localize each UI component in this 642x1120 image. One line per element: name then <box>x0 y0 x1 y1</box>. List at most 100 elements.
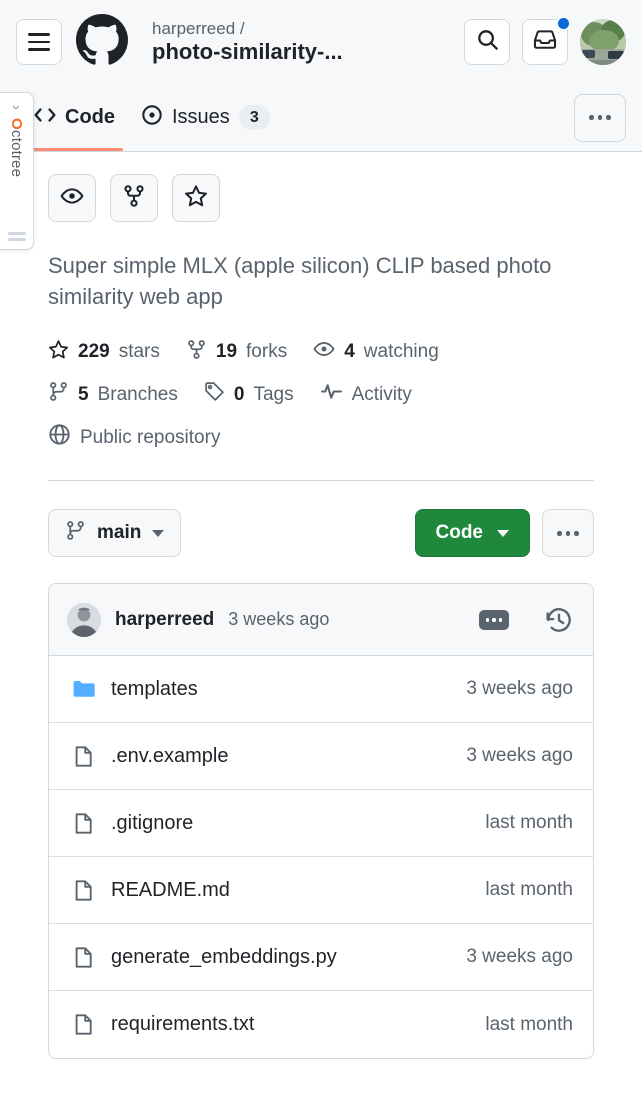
file-commit-time: last month <box>485 812 573 834</box>
repo-forked-icon <box>186 339 207 366</box>
branch-and-code-row: main Code <box>24 481 618 557</box>
issues-count-badge: 3 <box>239 105 270 130</box>
fork-button[interactable] <box>110 174 158 222</box>
file-commit-time: 3 weeks ago <box>466 745 573 767</box>
table-row[interactable]: .env.example 3 weeks ago <box>49 723 593 790</box>
tab-code-label: Code <box>65 106 115 129</box>
watching-label: watching <box>364 341 439 363</box>
search-icon <box>476 28 499 56</box>
eye-icon <box>313 338 335 366</box>
octotree-panel-toggle[interactable]: › Octotree <box>0 92 34 250</box>
forks-stat[interactable]: 19 forks <box>186 339 287 366</box>
branch-icon <box>48 381 69 408</box>
visibility-item: Public repository <box>48 423 220 452</box>
file-browser: harperreed 3 weeks ago templates <box>48 583 594 1059</box>
top-header: harperreed / photo-similarity-... <box>0 0 642 84</box>
file-name-link[interactable]: requirements.txt <box>111 1013 469 1036</box>
table-row[interactable]: templates 3 weeks ago <box>49 656 593 723</box>
file-name-link[interactable]: generate_embeddings.py <box>111 946 450 969</box>
visibility-label: Public repository <box>80 427 220 449</box>
table-row[interactable]: README.md last month <box>49 857 593 924</box>
branches-link[interactable]: 5 Branches <box>48 381 178 408</box>
eye-icon <box>60 184 84 213</box>
forks-count: 19 <box>216 341 237 363</box>
tab-code[interactable]: Code <box>34 85 115 151</box>
hamburger-menu-button[interactable] <box>16 19 62 65</box>
file-commit-time: last month <box>485 879 573 901</box>
activity-label: Activity <box>352 384 412 406</box>
repo-description: Super simple MLX (apple silicon) CLIP ba… <box>24 228 618 312</box>
file-commit-time: 3 weeks ago <box>466 678 573 700</box>
repo-more-options-button[interactable] <box>542 509 594 557</box>
branch-selector-button[interactable]: main <box>48 509 181 557</box>
stars-stat[interactable]: 229 stars <box>48 339 160 366</box>
repository-main: Super simple MLX (apple silicon) CLIP ba… <box>0 152 642 1059</box>
page-title[interactable]: photo-similarity-... <box>152 39 452 65</box>
watch-button[interactable] <box>48 174 96 222</box>
file-directory-icon <box>71 678 95 701</box>
tab-list: Code Issues 3 <box>34 85 574 151</box>
star-icon <box>184 184 208 213</box>
notification-badge-dot <box>556 16 571 31</box>
kebab-horizontal-icon <box>589 115 611 120</box>
github-logo-icon[interactable] <box>76 14 128 71</box>
inbox-icon <box>533 28 557 57</box>
table-row[interactable]: generate_embeddings.py 3 weeks ago <box>49 924 593 991</box>
star-button[interactable] <box>172 174 220 222</box>
header-actions <box>464 19 626 65</box>
file-name-link[interactable]: templates <box>111 678 450 701</box>
latest-commit-header: harperreed 3 weeks ago <box>49 584 593 656</box>
octotree-label: Octotree <box>9 118 24 177</box>
repo-tab-navigation: Code Issues 3 › Octotree <box>0 84 642 152</box>
file-name-link[interactable]: .gitignore <box>111 812 469 835</box>
pulse-icon <box>320 380 343 409</box>
notifications-button[interactable] <box>522 19 568 65</box>
stars-count: 229 <box>78 341 110 363</box>
tags-count: 0 <box>234 384 245 406</box>
chevron-right-icon: › <box>8 105 25 110</box>
forks-label: forks <box>246 341 287 363</box>
tag-icon <box>204 381 225 408</box>
octotree-initial: O <box>9 118 24 130</box>
octotree-drag-handle[interactable] <box>8 232 26 241</box>
tags-label: Tags <box>253 384 293 406</box>
watching-stat[interactable]: 4 watching <box>313 338 439 366</box>
tab-issues-label: Issues <box>172 106 230 129</box>
branches-count: 5 <box>78 384 89 406</box>
commit-author-name[interactable]: harperreed <box>115 609 214 631</box>
hamburger-icon <box>28 33 50 50</box>
watching-count: 4 <box>344 341 355 363</box>
file-icon <box>71 812 95 835</box>
branches-label: Branches <box>98 384 178 406</box>
code-button[interactable]: Code <box>415 509 531 557</box>
file-icon <box>71 1013 95 1036</box>
tab-overflow-button[interactable] <box>574 94 626 142</box>
star-icon <box>48 339 69 366</box>
octotree-label-rest: ctotree <box>9 130 24 177</box>
avatar[interactable] <box>580 19 626 65</box>
file-list: templates 3 weeks ago .env.example 3 wee… <box>49 656 593 1058</box>
file-name-link[interactable]: README.md <box>111 879 469 902</box>
file-name-link[interactable]: .env.example <box>111 745 450 768</box>
commit-author-avatar[interactable] <box>67 603 101 637</box>
branch-name-label: main <box>97 522 141 544</box>
issue-opened-icon <box>141 104 163 132</box>
activity-link[interactable]: Activity <box>320 380 412 409</box>
file-icon <box>71 745 95 768</box>
breadcrumb[interactable]: harperreed / photo-similarity-... <box>152 19 452 65</box>
file-commit-time: last month <box>485 1014 573 1036</box>
branch-icon <box>65 520 86 547</box>
table-row[interactable]: .gitignore last month <box>49 790 593 857</box>
commit-relative-time: 3 weeks ago <box>228 609 329 630</box>
commit-message-expander-button[interactable] <box>479 610 509 630</box>
repo-owner-label[interactable]: harperreed / <box>152 19 452 39</box>
repo-visibility-row: Public repository <box>24 409 618 452</box>
tab-issues[interactable]: Issues 3 <box>141 85 270 151</box>
code-button-label: Code <box>436 522 484 544</box>
search-button[interactable] <box>464 19 510 65</box>
globe-icon <box>48 423 71 452</box>
chevron-down-icon <box>152 530 164 537</box>
tags-link[interactable]: 0 Tags <box>204 381 294 408</box>
table-row[interactable]: requirements.txt last month <box>49 991 593 1058</box>
commit-history-button[interactable] <box>545 606 573 634</box>
